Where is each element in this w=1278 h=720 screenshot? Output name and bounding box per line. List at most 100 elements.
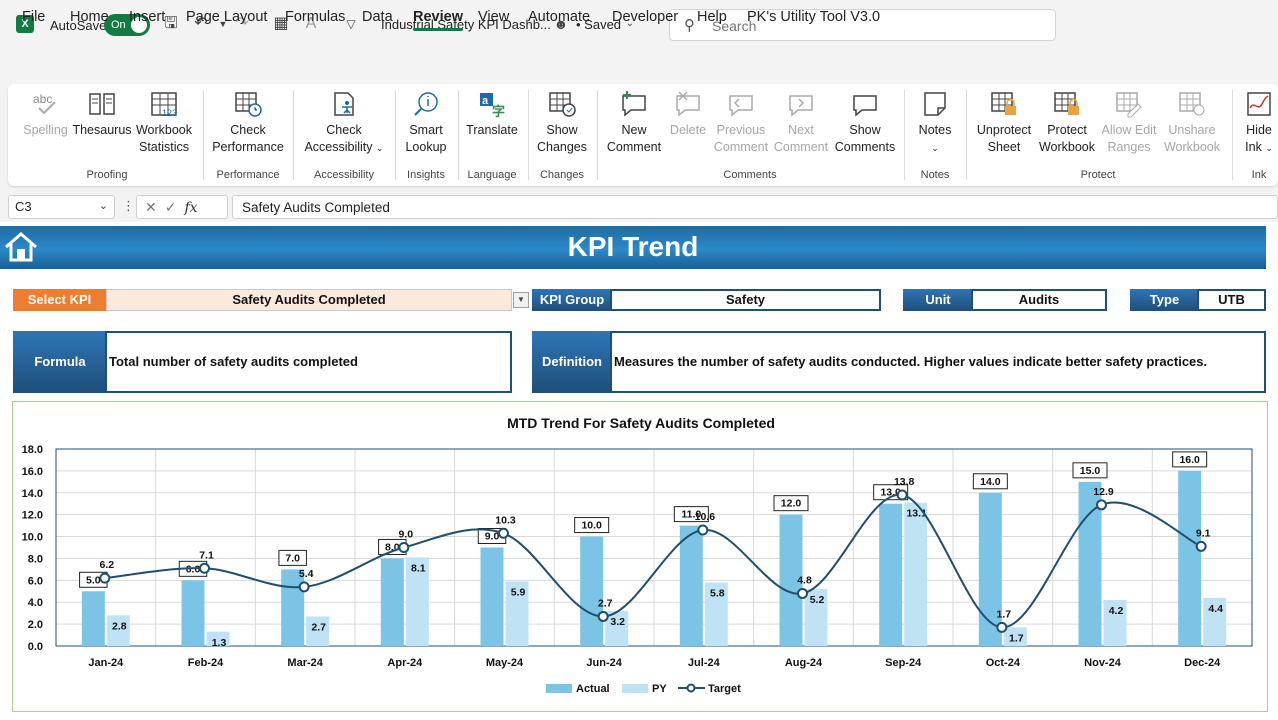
data-label-target: 12.9: [1093, 486, 1114, 498]
more-options-icon[interactable]: ⋮: [122, 198, 135, 214]
target-point: [697, 524, 709, 536]
delete-comment-icon: [676, 91, 700, 117]
data-label-py: 8.1: [411, 562, 426, 574]
tab-automate[interactable]: Automate: [528, 9, 590, 25]
legend-label-target: Target: [708, 683, 741, 695]
check-accessibility-button[interactable]: Check Accessibility ⌄: [300, 90, 388, 157]
tab-insert[interactable]: Insert: [129, 9, 165, 25]
tab-pk-utility[interactable]: PK's Utility Tool V3.0: [747, 9, 880, 25]
delete-label: Delete: [669, 123, 707, 137]
tab-data[interactable]: Data: [362, 9, 393, 25]
ribbon-separator: [395, 90, 396, 180]
y-tick-label: 0.0: [28, 641, 43, 653]
chart-frame[interactable]: MTD Trend For Safety Audits Completed 0.0…: [12, 401, 1268, 712]
document-title[interactable]: Industrial Safety KPI Dashb...: [381, 17, 551, 32]
next-comment-button[interactable]: Next Comment: [772, 90, 830, 156]
unshare-workbook-button[interactable]: Unshare Workbook: [1160, 90, 1224, 156]
allow-edit-ranges-button[interactable]: Allow Edit Ranges: [1098, 90, 1160, 156]
data-label-target: 9.1: [1196, 527, 1211, 539]
tab-home[interactable]: Home: [70, 9, 109, 25]
previous-comment-button[interactable]: Previous Comment: [710, 90, 772, 156]
show-changes-button[interactable]: Show Changes: [533, 90, 591, 156]
notes-icon: [924, 92, 946, 116]
data-label-target: 5.4: [299, 568, 314, 580]
data-label-target: 4.8: [797, 574, 812, 586]
cancel-icon[interactable]: ✕: [145, 199, 165, 215]
spelling-button[interactable]: abc Spelling: [18, 90, 73, 139]
data-label-target: 6.2: [100, 559, 115, 571]
home-icon[interactable]: [3, 231, 39, 263]
bar-py: [904, 502, 928, 646]
data-label-target: 10.6: [695, 511, 716, 523]
workbook-label: Workbook: [135, 123, 193, 137]
unit-label: Unit: [903, 289, 973, 311]
svg-text:123: 123: [162, 108, 177, 118]
check-performance-icon: [235, 92, 262, 117]
enter-check-icon[interactable]: ✓: [165, 199, 185, 215]
type-label: Type: [1130, 289, 1199, 311]
protect-workbook-button[interactable]: Protect Workbook: [1036, 90, 1098, 156]
legend-swatch-py: [622, 684, 648, 693]
show-changes-label-1: Show: [546, 123, 578, 137]
mtd-trend-chart: MTD Trend For Safety Audits Completed 0.0…: [22, 415, 1253, 695]
next-comment-icon: [789, 95, 813, 117]
menu-bar: [0, 50, 1278, 82]
translate-button[interactable]: a字 Translate: [463, 90, 521, 139]
target-point: [398, 542, 410, 553]
target-point: [99, 572, 111, 584]
tab-page-layout[interactable]: Page Layout: [186, 9, 267, 25]
target-point: [896, 489, 908, 501]
show-comments-label-1: Show: [849, 123, 881, 137]
ink-group-label: Ink: [1251, 169, 1267, 181]
x-tick-label: Apr-24: [387, 657, 423, 669]
changes-group-label: Changes: [539, 169, 585, 181]
insert-function-icon[interactable]: fx: [184, 200, 197, 216]
tab-help[interactable]: Help: [697, 9, 727, 25]
workbook-statistics-button[interactable]: 123 Workbook Statistics: [132, 90, 196, 156]
tab-file[interactable]: File: [22, 9, 45, 25]
x-tick-label: Jun-24: [586, 657, 622, 669]
tab-view[interactable]: View: [478, 9, 509, 25]
name-box[interactable]: C3 ⌄: [8, 195, 115, 219]
chevron-down-icon: ⌄: [376, 143, 384, 153]
select-kpi-dropdown[interactable]: Safety Audits Completed: [106, 289, 512, 311]
proofing-group-label: Proofing: [86, 169, 128, 181]
data-label-target: 1.7: [997, 608, 1012, 620]
formula-input[interactable]: Safety Audits Completed: [232, 195, 1278, 219]
bar-actual: [580, 536, 604, 646]
target-point: [199, 562, 210, 574]
notes-button[interactable]: Notes ⌄: [910, 90, 960, 157]
new-comment-button[interactable]: New Comment: [603, 90, 665, 156]
check-accessibility-icon: [334, 92, 354, 116]
delete-comment-button[interactable]: Delete: [666, 90, 710, 139]
thesaurus-button[interactable]: Thesaurus: [72, 90, 132, 139]
smart-lookup-button[interactable]: Smart Lookup: [400, 90, 452, 156]
x-tick-label: Dec-24: [1184, 657, 1221, 669]
formula-value: Total number of safety audits completed: [105, 331, 512, 393]
y-tick-label: 14.0: [22, 488, 43, 500]
formula-label: Formula: [13, 331, 107, 393]
legend-label-actual: Actual: [576, 683, 610, 695]
unprotect-sheet-button[interactable]: Unprotect Sheet: [972, 90, 1036, 156]
notes-group-label: Notes: [920, 169, 950, 181]
x-tick-label: Jan-24: [88, 657, 124, 669]
smart-label: Smart: [409, 123, 443, 137]
dropdown-arrow-icon[interactable]: ▼: [513, 292, 529, 308]
bar-actual: [81, 591, 105, 646]
chevron-down-icon[interactable]: ⌄: [99, 199, 108, 212]
hide-ink-button[interactable]: Hide Ink ⌄: [1240, 90, 1278, 157]
language-group-label: Language: [467, 169, 517, 181]
tab-developer[interactable]: Developer: [612, 9, 678, 25]
new-comment-label-2: Comment: [606, 140, 662, 154]
check-performance-button[interactable]: Check Performance: [208, 90, 288, 156]
data-label-py: 5.8: [710, 588, 725, 600]
tab-formulas[interactable]: Formulas: [285, 9, 345, 25]
bar-actual: [679, 525, 703, 646]
previous-label-1: Previous: [716, 123, 766, 137]
tab-review[interactable]: Review: [413, 9, 463, 31]
y-tick-label: 6.0: [28, 575, 43, 587]
translate-label: Translate: [466, 123, 518, 137]
spelling-label: Spelling: [23, 123, 68, 137]
next-label-1: Next: [788, 123, 814, 137]
show-comments-button[interactable]: Show Comments: [832, 90, 898, 156]
